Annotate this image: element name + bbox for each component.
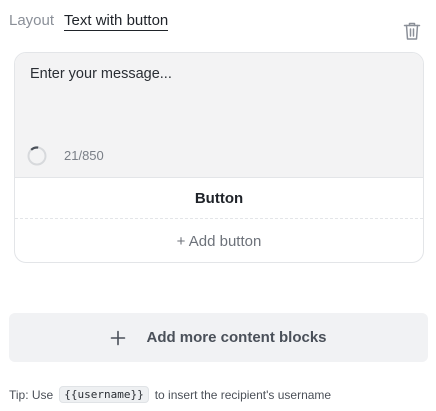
add-content-blocks-button[interactable]: Add more content blocks bbox=[9, 313, 428, 362]
trash-icon[interactable] bbox=[401, 20, 423, 42]
character-counter: 21/850 bbox=[64, 148, 104, 163]
layout-header: Layout Text with button bbox=[9, 12, 169, 34]
layout-label: Layout bbox=[9, 12, 55, 29]
message-button[interactable]: Button bbox=[15, 178, 423, 219]
username-token: {{username}} bbox=[59, 386, 149, 403]
content-block-editor: Layout Text with button Enter your messa… bbox=[0, 0, 436, 411]
tip-prefix: Tip: Use bbox=[9, 387, 54, 402]
tip-text: Tip: Use {{username}} to insert the reci… bbox=[9, 386, 331, 403]
text-with-button-card: Enter your message... 21/850 Button + Ad… bbox=[14, 52, 424, 263]
add-content-blocks-label: Add more content blocks bbox=[146, 329, 327, 346]
add-button-link[interactable]: + Add button bbox=[15, 220, 423, 262]
message-textarea[interactable]: Enter your message... 21/850 bbox=[15, 53, 423, 178]
layout-tab-text-with-button[interactable]: Text with button bbox=[64, 12, 169, 31]
progress-ring-icon bbox=[27, 146, 47, 166]
tip-suffix: to insert the recipient's username bbox=[154, 387, 332, 402]
plus-icon bbox=[111, 330, 126, 345]
message-placeholder: Enter your message... bbox=[30, 66, 172, 82]
